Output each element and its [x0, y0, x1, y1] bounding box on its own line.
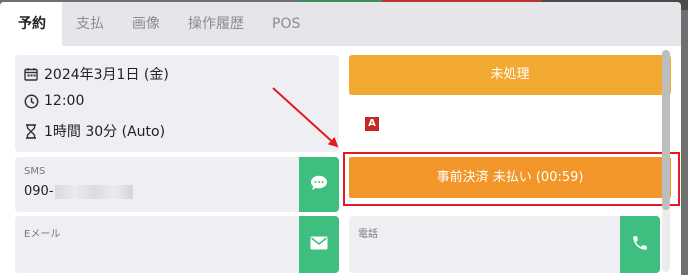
phone-label: 電話 [358, 229, 378, 240]
scrollbar[interactable] [662, 50, 670, 272]
reservation-duration: 1時間 30分 (Auto) [44, 124, 166, 140]
clock-icon [23, 93, 39, 109]
calendar-icon [23, 66, 39, 82]
phone-icon [631, 234, 649, 256]
redacted-number [54, 184, 133, 199]
tab-images[interactable]: 画像 [118, 2, 174, 46]
tab-bar: 予約 支払 画像 操作履歴 POS [0, 2, 681, 46]
chat-bubble-icon [310, 175, 328, 195]
status-badge: A [365, 117, 379, 131]
sms-field[interactable]: SMS 090- [15, 157, 339, 212]
reservation-time: 12:00 [44, 93, 85, 109]
phone-field[interactable]: 電話 [349, 216, 660, 273]
sms-number: 090- [24, 184, 54, 199]
tab-payment[interactable]: 支払 [62, 2, 118, 46]
send-email-button[interactable] [299, 216, 339, 273]
email-field[interactable]: Eメール [15, 216, 339, 273]
scroll-thumb[interactable] [662, 50, 670, 210]
envelope-icon [310, 235, 328, 254]
prepayment-status-button[interactable]: 事前決済 未払い (00:59) [349, 157, 671, 198]
tab-pos[interactable]: POS [258, 2, 314, 46]
send-sms-button[interactable] [299, 157, 339, 212]
tab-reservation[interactable]: 予約 [0, 2, 62, 46]
tab-history[interactable]: 操作履歴 [174, 2, 258, 46]
status-button[interactable]: 未処理 [349, 55, 671, 95]
call-button[interactable] [620, 216, 660, 273]
reservation-info[interactable]: 2024年3月1日 (金) 12:00 1時間 30分 (Auto) [15, 55, 339, 152]
sms-label: SMS [24, 166, 46, 177]
email-label: Eメール [24, 229, 61, 240]
hourglass-icon [23, 123, 39, 139]
reservation-date: 2024年3月1日 (金) [44, 67, 169, 83]
